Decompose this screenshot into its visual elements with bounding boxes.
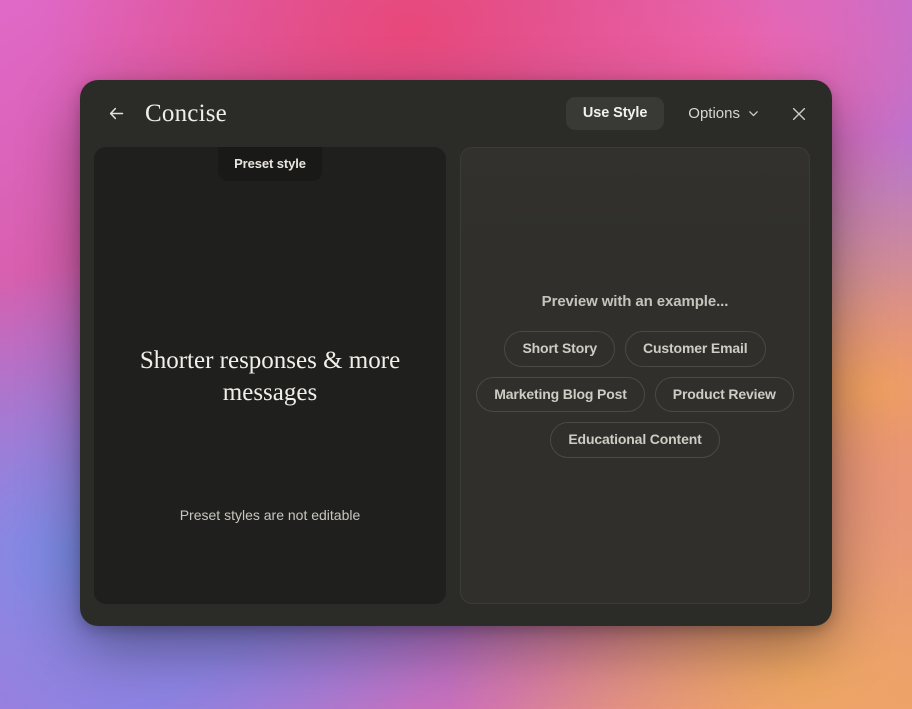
options-button[interactable]: Options [678,98,770,129]
style-headline: Shorter responses & more messages [139,347,401,406]
arrow-left-icon [107,104,126,123]
chevron-down-icon [747,107,760,120]
options-button-label: Options [688,105,740,122]
modal-body: Preset style Shorter responses & more me… [80,147,832,626]
example-chip-row: Short Story Customer Email [504,331,766,367]
example-preview-panel: Preview with an example... Short Story C… [460,147,810,604]
example-chip-group: Short Story Customer Email Marketing Blo… [476,331,794,458]
style-editable-note: Preset styles are not editable [179,507,361,523]
close-button[interactable] [784,99,814,129]
close-icon [790,105,808,123]
preview-content: Preview with an example... Short Story C… [461,293,809,458]
example-chip-educational-content[interactable]: Educational Content [550,422,720,458]
use-style-button[interactable]: Use Style [565,97,665,130]
example-chip-row: Marketing Blog Post Product Review [476,376,794,413]
example-chip-marketing-blog-post[interactable]: Marketing Blog Post [476,376,645,413]
preview-top-fade [461,148,809,240]
style-preview-card: Preset style Shorter responses & more me… [94,147,446,604]
preview-heading: Preview with an example... [541,293,729,311]
back-button[interactable] [102,100,130,128]
example-chip-short-story[interactable]: Short Story [504,331,616,367]
modal-header: Concise Use Style Options [80,80,832,147]
status-badge: Preset style [218,147,322,181]
style-preset-modal: Concise Use Style Options Preset style S… [80,80,832,626]
example-chip-product-review[interactable]: Product Review [654,376,794,413]
example-chip-customer-email[interactable]: Customer Email [625,331,766,367]
page-title: Concise [145,99,227,127]
example-chip-row: Educational Content [550,422,720,458]
